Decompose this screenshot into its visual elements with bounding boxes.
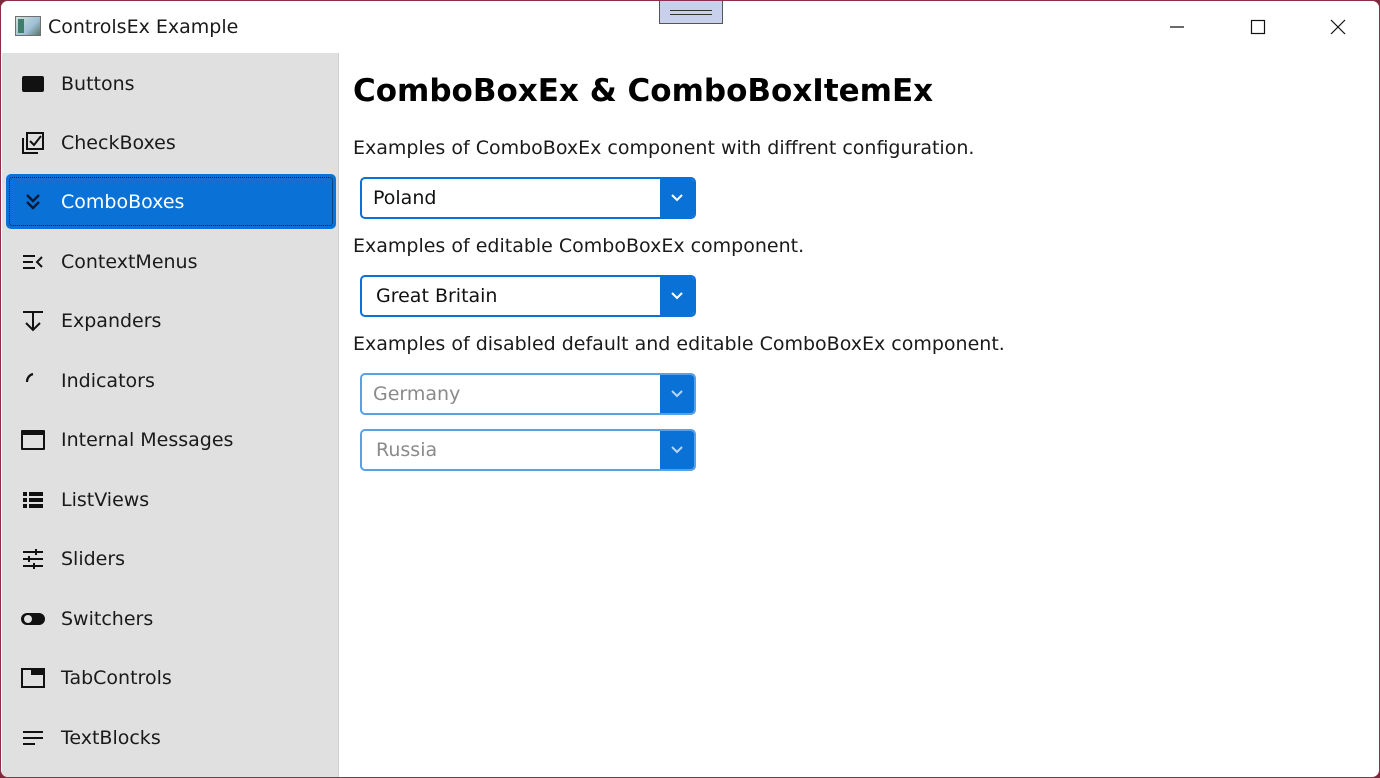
tab-icon [20, 665, 46, 691]
sidebar-item-label: Switchers [61, 607, 154, 630]
text-lines-icon [20, 725, 46, 751]
combobox-dropdown-button [660, 375, 694, 413]
sidebar-item-indicators[interactable]: Indicators [6, 353, 336, 408]
sidebar-item-label: TextBlocks [61, 726, 161, 749]
sidebar-item-label: ListViews [61, 488, 150, 511]
message-window-icon [20, 427, 46, 453]
title-bar[interactable]: ControlsEx Example [1, 1, 1379, 53]
sidebar-item-label: Sliders [61, 547, 126, 570]
minimize-icon [1170, 26, 1184, 28]
description-editable: Examples of editable ComboBoxEx componen… [353, 235, 805, 257]
combobox-editable[interactable]: Great Britain [360, 275, 696, 317]
sidebar-item-label: Buttons [61, 72, 135, 95]
sidebar-item-listviews[interactable]: ListViews [6, 472, 336, 527]
chevron-down-icon [671, 446, 683, 454]
double-chevron-down-icon [20, 189, 46, 215]
maximize-button[interactable] [1218, 1, 1298, 53]
sidebar-item-buttons[interactable]: Buttons [6, 56, 336, 111]
sidebar-item-label: ComboBoxes [61, 190, 185, 213]
sidebar-item-tabcontrols[interactable]: TabControls [6, 650, 336, 705]
close-button[interactable] [1298, 1, 1378, 53]
sliders-icon [20, 546, 46, 572]
arrow-down-bar-icon [20, 308, 46, 334]
combobox-disabled: Germany [360, 373, 696, 415]
close-icon [1330, 19, 1346, 35]
sidebar-item-contextmenus[interactable]: ContextMenus [6, 234, 336, 289]
sidebar-item-expanders[interactable]: Expanders [6, 293, 336, 348]
sidebar-item-label: CheckBoxes [61, 131, 176, 154]
sidebar-item-checkboxes[interactable]: CheckBoxes [6, 115, 336, 170]
main-content: ComboBoxEx & ComboBoxItemEx Examples of … [353, 53, 1353, 753]
toggle-icon [20, 606, 46, 632]
page-title: ComboBoxEx & ComboBoxItemEx [353, 73, 934, 109]
list-icon [20, 487, 46, 513]
app-window: ControlsEx Example Buttons CheckBoxes Co… [0, 0, 1380, 778]
combobox-dropdown-button[interactable] [660, 277, 694, 315]
combobox-value: Russia [376, 439, 438, 461]
combobox-dropdown-button[interactable] [660, 179, 694, 217]
minimize-button[interactable] [1137, 1, 1217, 53]
window-title: ControlsEx Example [48, 16, 239, 38]
sidebar-item-textblocks[interactable]: TextBlocks [6, 710, 336, 765]
combobox-value: Germany [373, 383, 461, 405]
chevron-down-icon [671, 390, 683, 398]
checkbox-icon [20, 130, 46, 156]
button-icon [20, 71, 46, 97]
sidebar: Buttons CheckBoxes ComboBoxes ContextMen… [2, 53, 339, 777]
combobox-value: Poland [373, 187, 437, 209]
combobox-default[interactable]: Poland [360, 177, 696, 219]
sidebar-item-label: ContextMenus [61, 250, 198, 273]
combobox-dropdown-button [660, 431, 694, 469]
maximize-icon [1250, 19, 1266, 35]
sidebar-item-sliders[interactable]: Sliders [6, 531, 336, 586]
description-disabled: Examples of disabled default and editabl… [353, 333, 1005, 355]
chevron-down-icon [671, 292, 683, 300]
sidebar-item-label: Expanders [61, 309, 162, 332]
sidebar-item-label: TabControls [61, 666, 172, 689]
sidebar-item-internal-messages[interactable]: Internal Messages [6, 412, 336, 467]
sidebar-item-label: Internal Messages [61, 428, 234, 451]
sidebar-item-label: Indicators [61, 369, 155, 392]
chevron-down-icon [671, 194, 683, 202]
progress-arc-icon [20, 368, 46, 394]
sidebar-item-switchers[interactable]: Switchers [6, 591, 336, 646]
drag-handle[interactable] [659, 1, 723, 24]
combobox-disabled-editable: Russia [360, 429, 696, 471]
combobox-editable-input[interactable]: Great Britain [376, 285, 497, 307]
sidebar-item-comboboxes[interactable]: ComboBoxes [6, 174, 336, 229]
menu-open-icon [20, 249, 46, 275]
description-default: Examples of ComboBoxEx component with di… [353, 137, 975, 159]
app-icon [15, 16, 41, 36]
